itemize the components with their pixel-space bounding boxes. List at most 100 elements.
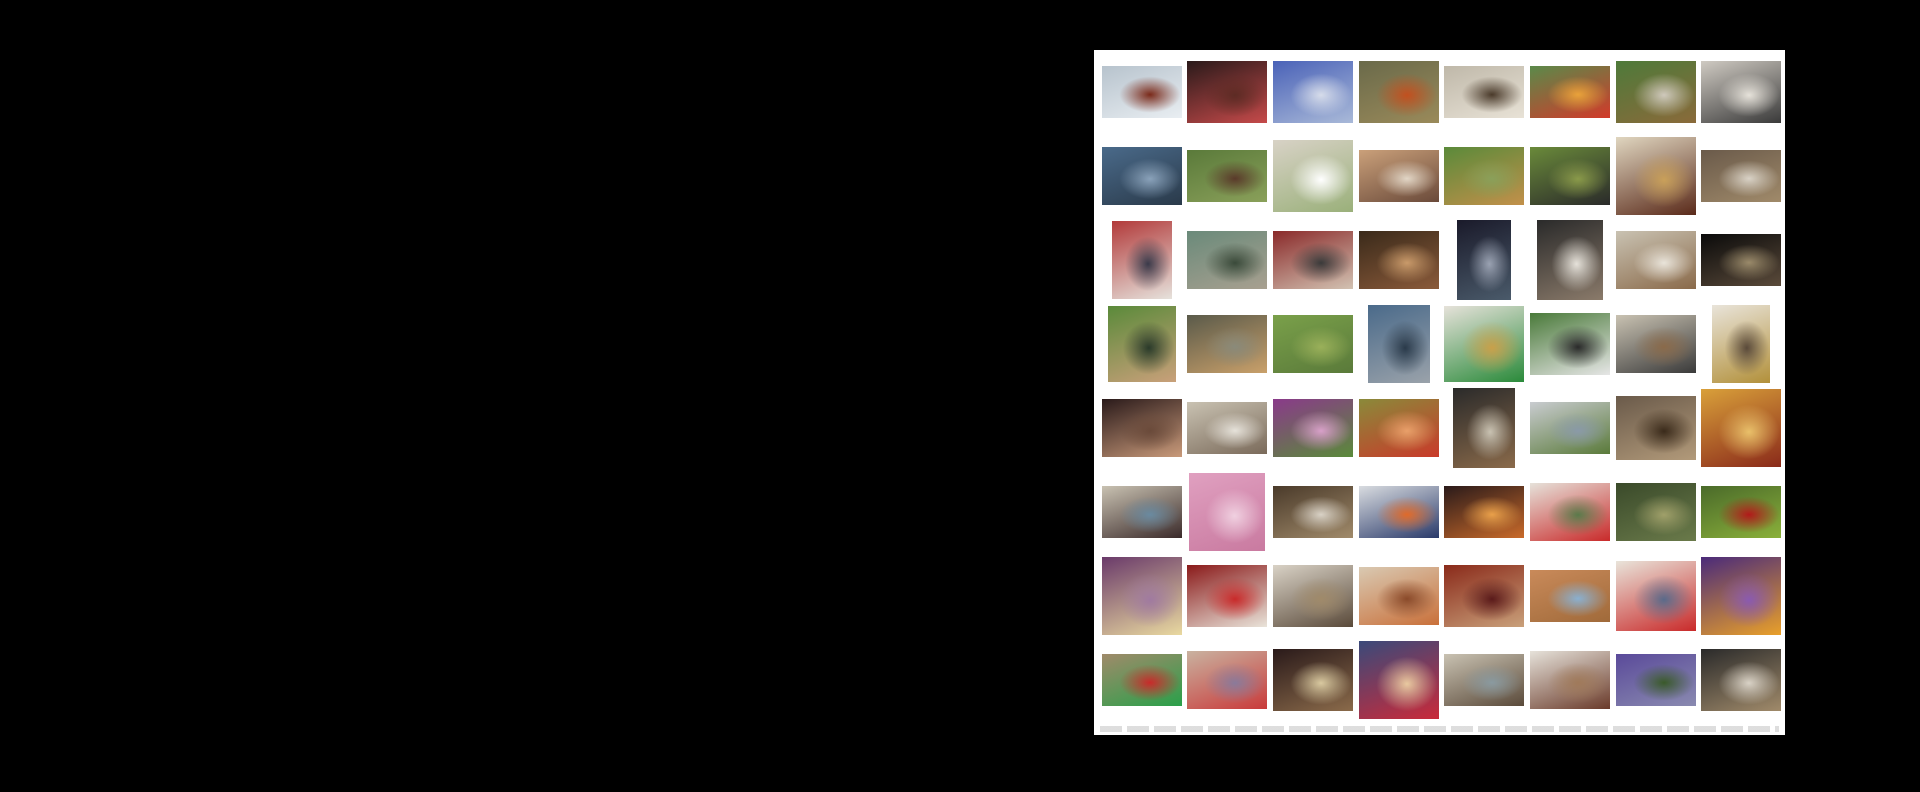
photo-skateboarder[interactable] — [1358, 641, 1439, 719]
grid-cell — [1356, 470, 1442, 554]
grid-cell — [1185, 470, 1271, 554]
photo-crowd-selfie[interactable] — [1111, 221, 1172, 299]
grid-cell — [1698, 386, 1784, 470]
photo-flower-market[interactable] — [1273, 399, 1354, 457]
grid-cell — [1185, 638, 1271, 722]
grid-cell — [1613, 134, 1699, 218]
photo-red-light-reflection[interactable] — [1187, 61, 1268, 123]
grid-cell — [1527, 638, 1613, 722]
photo-dog-on-hind-legs[interactable] — [1187, 315, 1268, 373]
grid-cell — [1356, 302, 1442, 386]
photo-kids-watching-tv[interactable] — [1101, 486, 1182, 538]
photo-purple-flowers[interactable] — [1615, 654, 1696, 706]
photo-lizard-dark[interactable] — [1701, 234, 1782, 286]
grid-cell — [1270, 386, 1356, 470]
photo-green-bottle-ruler[interactable] — [1444, 306, 1525, 382]
photo-stove-burners[interactable] — [1444, 486, 1525, 538]
grid-cell — [1356, 50, 1442, 134]
photo-chalkboard-sign[interactable] — [1453, 388, 1516, 468]
photo-red-roses[interactable] — [1358, 399, 1439, 457]
photo-brunos-pizzeria-sign[interactable] — [1187, 565, 1268, 627]
grid-cell — [1099, 470, 1185, 554]
photo-bathroom[interactable] — [1273, 140, 1354, 212]
photo-tabby-cat[interactable] — [1615, 231, 1696, 289]
photo-dachshunds-grass[interactable] — [1529, 147, 1610, 205]
photo-police-car[interactable] — [1358, 486, 1439, 538]
photo-red-flower[interactable] — [1701, 486, 1782, 538]
photo-kids-soccer[interactable] — [1101, 654, 1182, 706]
photo-dog-on-sofa[interactable] — [1701, 61, 1782, 123]
grid-cell — [1356, 134, 1442, 218]
photo-store-display[interactable] — [1615, 561, 1696, 631]
photo-bell-peppers[interactable] — [1529, 66, 1610, 118]
grid-cell — [1099, 134, 1185, 218]
grid-cell — [1185, 134, 1271, 218]
photo-baseball-pitcher[interactable] — [1107, 306, 1176, 382]
grid-cell — [1270, 638, 1356, 722]
grid-cell — [1527, 302, 1613, 386]
photo-restaurant-tv[interactable] — [1273, 649, 1354, 711]
photo-house-lawn[interactable] — [1529, 402, 1610, 454]
photo-bird-in-grass[interactable] — [1273, 315, 1354, 373]
photo-people-in-street[interactable] — [1367, 305, 1430, 383]
photo-stadium-crowd[interactable] — [1273, 231, 1354, 289]
photo-desk-with-mug[interactable] — [1529, 483, 1610, 541]
photo-pizza-slices[interactable] — [1358, 567, 1439, 625]
photo-bottle-opener-closeup[interactable] — [1457, 220, 1512, 300]
photo-shark[interactable] — [1101, 147, 1182, 205]
photo-house-porch[interactable] — [1187, 402, 1268, 454]
grid-cell — [1613, 638, 1699, 722]
photo-dog-with-hat[interactable] — [1536, 220, 1603, 300]
photo-spotted-dogs[interactable] — [1529, 313, 1610, 375]
photo-birds-on-mulch[interactable] — [1701, 150, 1782, 202]
photo-dog-on-lawn[interactable] — [1615, 61, 1696, 123]
photo-man-with-dog[interactable] — [1615, 315, 1696, 373]
photo-kitchen-pots[interactable] — [1273, 486, 1354, 538]
grid-cell — [1527, 470, 1613, 554]
photo-desert-walker[interactable] — [1529, 570, 1610, 622]
photo-man-face[interactable] — [1101, 399, 1182, 457]
photo-ladybug-on-branch[interactable] — [1358, 61, 1439, 123]
photo-beer-and-pizza[interactable] — [1615, 137, 1696, 215]
grid-cell — [1698, 554, 1784, 638]
grid-cell — [1270, 218, 1356, 302]
grid-cell — [1099, 302, 1185, 386]
grid-cell — [1442, 50, 1528, 134]
photo-red-seeds[interactable] — [1444, 565, 1525, 627]
photo-woman-at-table[interactable] — [1273, 565, 1354, 627]
photo-basketball-team[interactable] — [1701, 557, 1782, 635]
photo-bar-interior[interactable] — [1358, 231, 1439, 289]
photo-horse-carriage-street[interactable] — [1358, 150, 1439, 202]
grid-cell — [1442, 134, 1528, 218]
photo-dining-table[interactable] — [1529, 651, 1610, 709]
photo-kitchen-interior[interactable] — [1701, 649, 1782, 711]
photo-snowmobile[interactable] — [1101, 66, 1182, 118]
photo-glass-bowl[interactable] — [1273, 61, 1354, 123]
screen — [0, 0, 1920, 792]
grid-cell — [1698, 638, 1784, 722]
photo-office-workers[interactable] — [1444, 654, 1525, 706]
grid-cell — [1185, 218, 1271, 302]
photo-pomeranian-grass[interactable] — [1444, 147, 1525, 205]
photo-lamp-and-flowers[interactable] — [1101, 557, 1182, 635]
photo-insect-on-leaf[interactable] — [1615, 483, 1696, 541]
photo-stacked-firewood[interactable] — [1615, 396, 1696, 460]
photo-plate-of-food[interactable] — [1712, 305, 1771, 383]
photo-horse-and-carriage[interactable] — [1187, 150, 1268, 202]
photo-dog-in-box[interactable] — [1444, 66, 1525, 118]
grid-cell — [1270, 554, 1356, 638]
image-grid-panel — [1094, 50, 1785, 735]
photo-pink-toy[interactable] — [1189, 473, 1266, 551]
grid-cell — [1099, 50, 1185, 134]
grid-cell — [1613, 50, 1699, 134]
grid-cell — [1698, 302, 1784, 386]
grid-cell — [1356, 638, 1442, 722]
photo-shop-window[interactable] — [1187, 651, 1268, 709]
photo-compass-tile[interactable] — [1701, 389, 1782, 467]
grid-cell — [1442, 218, 1528, 302]
grid-cell — [1099, 554, 1185, 638]
photo-weimaraner[interactable] — [1187, 231, 1268, 289]
grid-cell — [1613, 302, 1699, 386]
caption-strip — [1100, 726, 1779, 732]
grid-cell — [1698, 470, 1784, 554]
